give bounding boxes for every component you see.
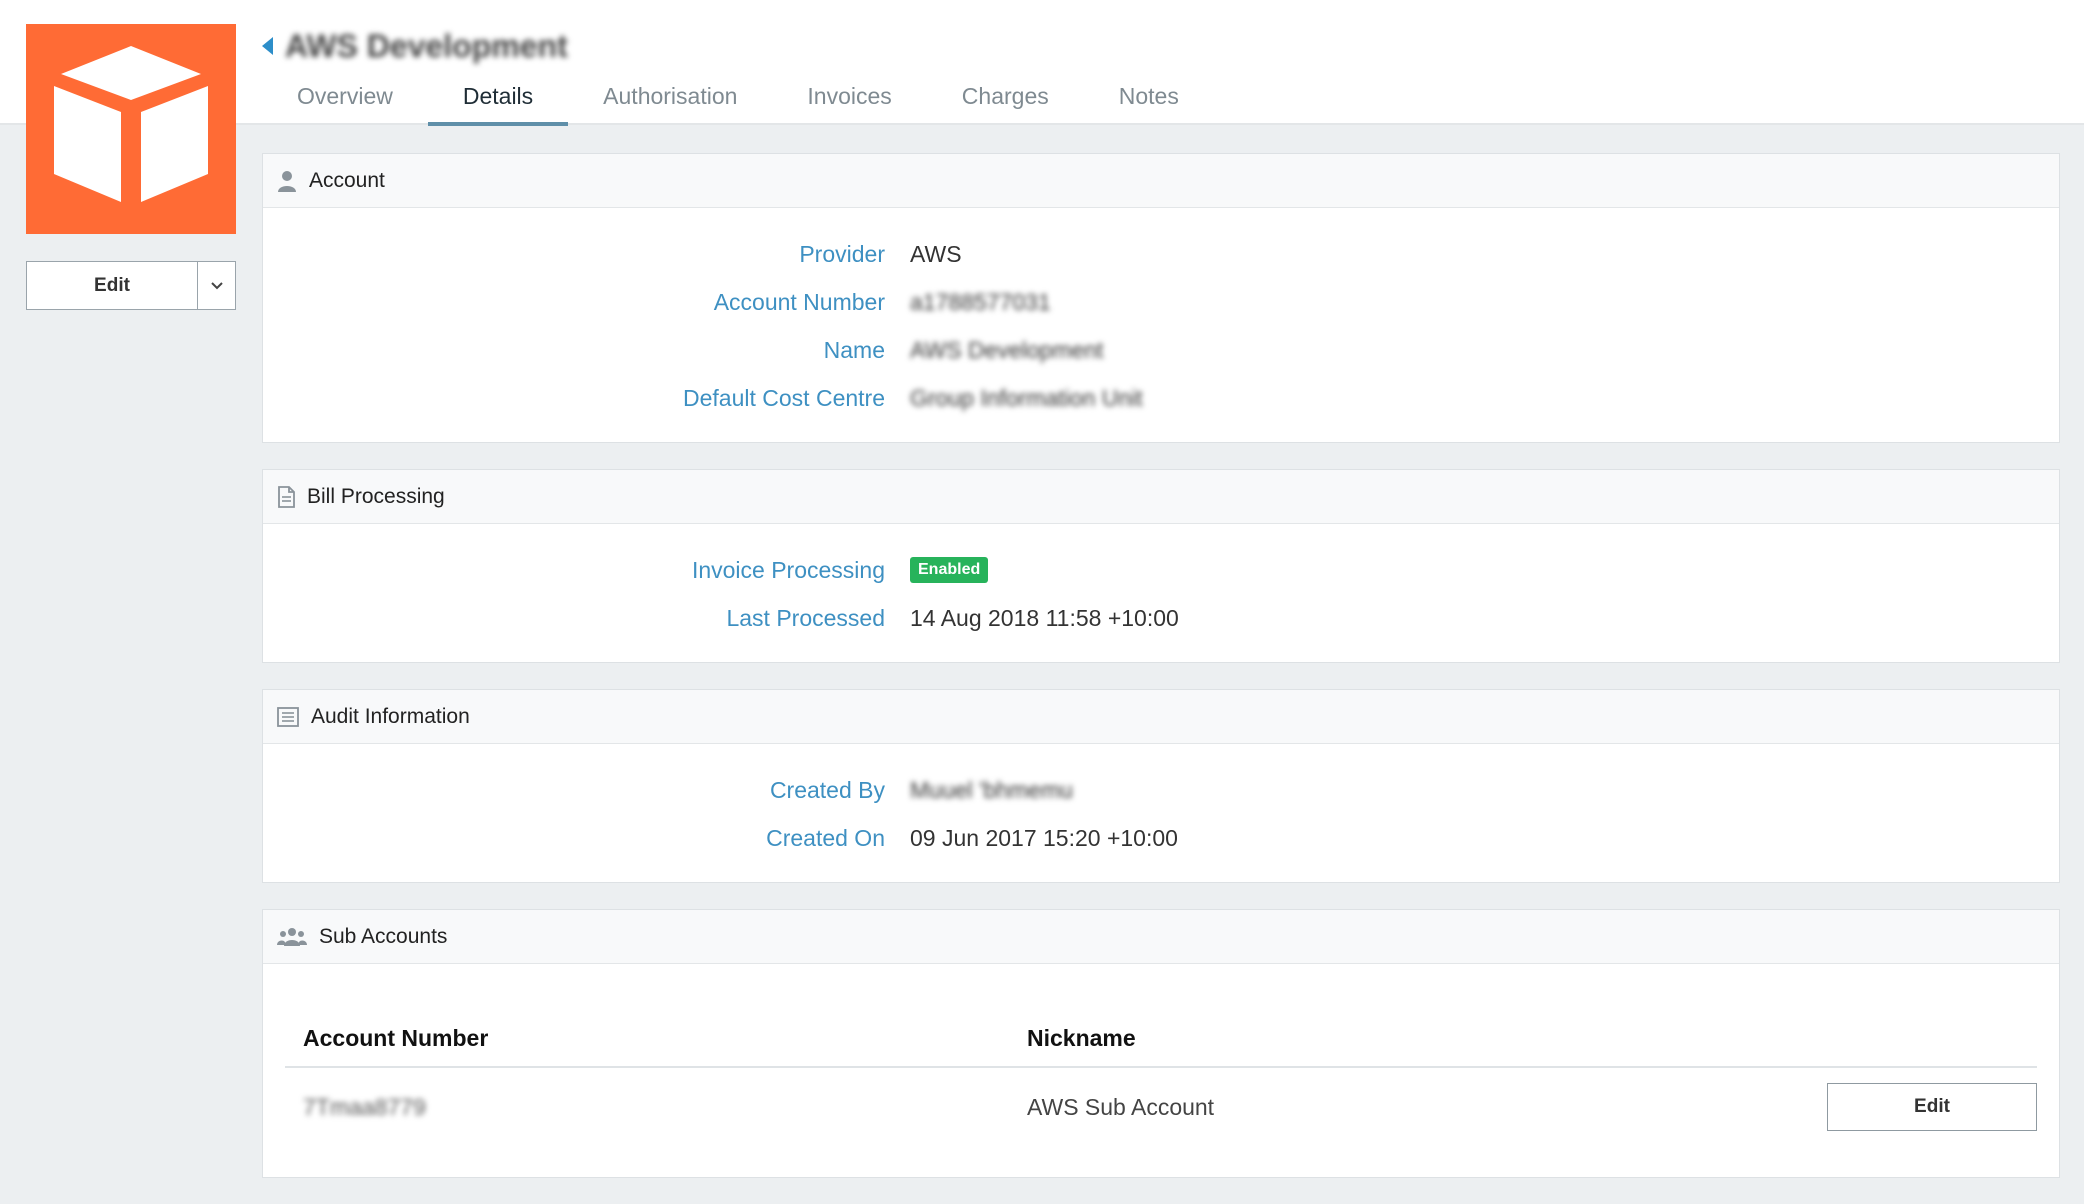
table-header: Account Number Nickname <box>285 1010 2037 1068</box>
tab-bar: Overview Details Authorisation Invoices … <box>262 72 1214 126</box>
sub-accounts-panel: Sub Accounts Account Number Nickname 7Tm… <box>262 909 2060 1178</box>
account-panel: Account Provider AWS Account Number a178… <box>262 153 2060 443</box>
account-panel-header: Account <box>263 154 2059 208</box>
table-row: 7Tmaa8779 AWS Sub Account Edit <box>285 1070 2037 1144</box>
column-header-nickname: Nickname <box>1027 1024 1136 1051</box>
field-label: Invoice Processing <box>691 556 885 583</box>
field-label: Provider <box>799 240 885 267</box>
field-value: Muuel 'bhmemu <box>910 776 1073 803</box>
field-label: Name <box>823 336 885 363</box>
back-arrow-icon[interactable] <box>262 37 273 55</box>
field-last-processed: Last Processed 14 Aug 2018 11:58 +10:00 <box>263 594 2059 642</box>
sub-account-number: 7Tmaa8779 <box>303 1093 426 1120</box>
users-icon <box>277 927 307 946</box>
document-icon <box>278 485 295 508</box>
status-badge: Enabled <box>910 557 989 583</box>
audit-panel-header: Audit Information <box>263 690 2059 744</box>
field-label: Created By <box>769 776 885 803</box>
bill-processing-panel: Bill Processing Invoice Processing Enabl… <box>262 469 2060 663</box>
chevron-down-icon <box>210 281 223 289</box>
field-value: AWS <box>910 240 962 267</box>
tab-charges[interactable]: Charges <box>927 72 1084 125</box>
field-value: 09 Jun 2017 15:20 +10:00 <box>910 824 1178 851</box>
user-icon <box>278 170 296 192</box>
list-icon <box>277 706 299 727</box>
tab-authorisation[interactable]: Authorisation <box>568 72 772 125</box>
tab-overview[interactable]: Overview <box>262 72 428 125</box>
sub-account-nickname: AWS Sub Account <box>1027 1093 1215 1120</box>
bill-processing-panel-title: Bill Processing <box>307 484 445 508</box>
field-provider: Provider AWS <box>263 230 2059 278</box>
field-label: Created On <box>766 824 885 851</box>
sub-accounts-panel-header: Sub Accounts <box>263 910 2059 964</box>
field-label: Last Processed <box>726 604 885 631</box>
sub-account-edit-button[interactable]: Edit <box>1827 1083 2037 1131</box>
tab-notes[interactable]: Notes <box>1084 72 1214 125</box>
column-header-account-number: Account Number <box>303 1024 489 1051</box>
account-panel-title: Account <box>309 168 385 192</box>
edit-dropdown-toggle[interactable] <box>197 262 235 309</box>
audit-panel-title: Audit Information <box>311 704 470 728</box>
sub-accounts-panel-title: Sub Accounts <box>319 924 448 948</box>
tab-details[interactable]: Details <box>427 72 569 126</box>
field-label: Account Number <box>713 288 885 315</box>
audit-panel: Audit Information Created By Muuel 'bhme… <box>262 689 2060 883</box>
field-value: AWS Development <box>910 336 1104 363</box>
tab-invoices[interactable]: Invoices <box>772 72 926 125</box>
field-label: Default Cost Centre <box>683 384 885 411</box>
field-value: a1788577031 <box>910 288 1051 315</box>
field-default-cost-centre: Default Cost Centre Group Information Un… <box>263 374 2059 422</box>
bill-processing-panel-header: Bill Processing <box>263 470 2059 524</box>
cube-icon <box>26 24 236 234</box>
title-row: AWS Development <box>262 26 568 66</box>
page-title: AWS Development <box>285 27 568 64</box>
field-value: 14 Aug 2018 11:58 +10:00 <box>910 604 1179 631</box>
field-created-by: Created By Muuel 'bhmemu <box>263 766 2059 814</box>
edit-split-button: Edit <box>26 261 236 310</box>
field-account-number: Account Number a1788577031 <box>263 278 2059 326</box>
edit-button[interactable]: Edit <box>27 262 197 309</box>
field-created-on: Created On 09 Jun 2017 15:20 +10:00 <box>263 814 2059 862</box>
field-name: Name AWS Development <box>263 326 2059 374</box>
field-value: Group Information Unit <box>910 384 1143 411</box>
field-invoice-processing: Invoice Processing Enabled <box>263 546 2059 594</box>
